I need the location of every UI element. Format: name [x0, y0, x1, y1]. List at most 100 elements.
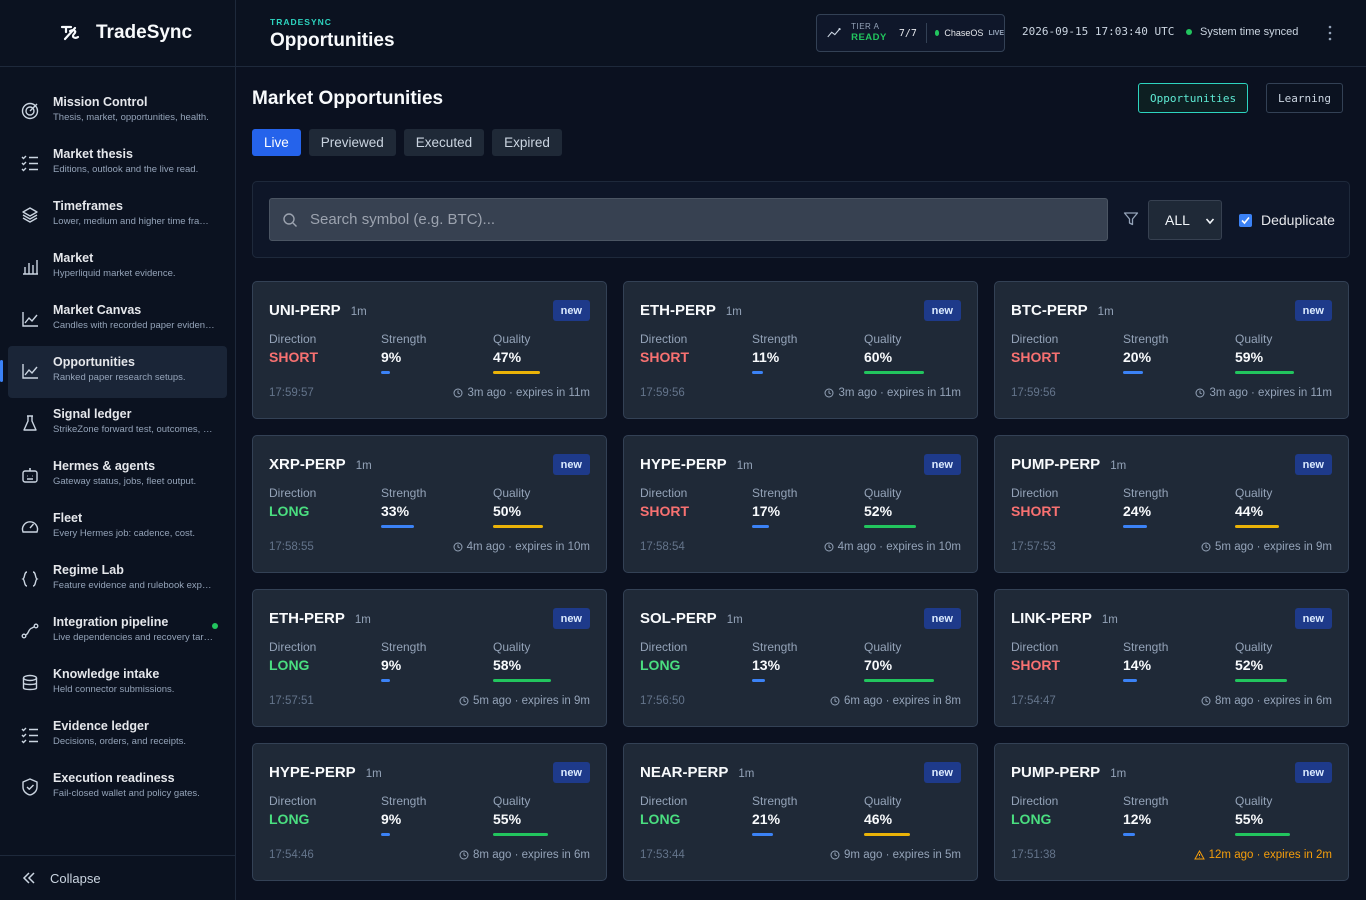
sidebar-item-timeframes[interactable]: Timeframes Lower, medium and higher time … — [8, 190, 227, 242]
card-symbol: HYPE-PERP 1m — [269, 764, 382, 781]
symbol-name: HYPE-PERP — [640, 456, 727, 473]
shield-check-icon — [22, 778, 38, 796]
opportunity-card[interactable]: ETH-PERP 1m new Direction SHORT Strength 11% Qu… — [623, 281, 978, 419]
quality-value: 59% — [1235, 349, 1264, 365]
sidebar-item-text: Market thesis Editions, outlook and the l… — [53, 147, 215, 175]
tab-executed[interactable]: Executed — [403, 129, 485, 156]
sidebar-item-text: Hermes & agents Gateway status, jobs, fle… — [53, 459, 215, 487]
timeframe-label: 1m — [365, 768, 382, 780]
opportunity-card[interactable]: PUMP-PERP 1m new Direction SHORT Strength 24% Q… — [994, 435, 1349, 573]
strength-bar — [752, 525, 769, 528]
quality-value: 60% — [864, 349, 893, 365]
sidebar-item-label: Market Canvas — [53, 303, 142, 317]
quality-bar — [493, 833, 548, 836]
opportunity-card[interactable]: HYPE-PERP 1m new Direction LONG Strength 9% Qua… — [252, 743, 607, 881]
tier-count: 7/7 — [898, 27, 917, 39]
quality-label: Quality — [864, 332, 902, 346]
expiry-text: 12m ago · expires in 2m — [1208, 849, 1332, 861]
quality-value: 44% — [1235, 503, 1264, 519]
page-title: Opportunities — [270, 30, 395, 51]
sidebar-item-description: Fail-closed wallet and policy gates. — [53, 788, 200, 799]
tier-status: READY — [851, 32, 887, 44]
opportunity-card[interactable]: PUMP-PERP 1m new Direction LONG Strength 12% Qu… — [994, 743, 1349, 881]
section-title: Market Opportunities — [252, 88, 444, 109]
new-badge: new — [1294, 762, 1332, 783]
filter-icon[interactable] — [1123, 211, 1139, 227]
quality-value: 52% — [1235, 657, 1264, 673]
direction-column: Direction SHORT — [640, 486, 689, 519]
opportunity-card[interactable]: SOL-PERP 1m new Direction LONG Strength 13% Qua… — [623, 589, 978, 727]
card-symbol: BTC-PERP 1m — [1011, 302, 1114, 319]
clock-icon — [453, 542, 463, 552]
opportunity-card[interactable]: NEAR-PERP 1m new Direction LONG Strength 21% Qu… — [623, 743, 978, 881]
opportunity-card[interactable]: LINK-PERP 1m new Direction SHORT Strength 14% Q… — [994, 589, 1349, 727]
direction-label: Direction — [269, 794, 317, 808]
sidebar-item-description: Every Hermes job: cadence, cost. — [53, 528, 196, 539]
sidebar-item-opportunities[interactable]: Opportunities Ranked paper research setup… — [0, 346, 227, 398]
tab-previewed[interactable]: Previewed — [308, 129, 396, 156]
quality-value: 50% — [493, 503, 522, 519]
tab-expired[interactable]: Expired — [492, 129, 562, 156]
tier-status-panel[interactable]: TIER A READY 7/7 ChaseOS LIVE — [816, 14, 1005, 52]
sidebar-item-fleet[interactable]: Fleet Every Hermes job: cadence, cost. — [8, 502, 227, 554]
sidebar-item-label: Evidence ledger — [53, 719, 149, 733]
quality-label: Quality — [1235, 640, 1273, 654]
sidebar-item-knowledge-intake[interactable]: Knowledge intake Held connector submissio… — [8, 658, 227, 710]
opportunity-card[interactable]: UNI-PERP 1m new Direction SHORT Strength 9% Qua… — [252, 281, 607, 419]
card-expiry: 12m ago · expires in 2m — [1193, 849, 1332, 861]
sidebar-item-market-thesis[interactable]: Market thesis Editions, outlook and the l… — [8, 138, 227, 190]
sidebar-item-description: Live dependencies and recovery targets. — [53, 632, 215, 643]
quality-bar — [1235, 833, 1290, 836]
direction-column: Direction LONG — [1011, 794, 1058, 827]
sidebar-item-text: Signal ledger StrikeZone forward test, ou… — [53, 407, 215, 435]
utc-clock: 2026-09-15 17:03:40 UTC — [1022, 25, 1175, 38]
direction-column: Direction SHORT — [269, 332, 318, 365]
opportunity-card[interactable]: HYPE-PERP 1m new Direction SHORT Strength 17% Q… — [623, 435, 978, 573]
sidebar-item-hermes-agents[interactable]: Hermes & agents Gateway status, jobs, fle… — [8, 450, 227, 502]
sidebar-item-mission-control[interactable]: Mission Control Thesis, market, opportuni… — [8, 86, 227, 138]
sidebar-item-signal-ledger[interactable]: Signal ledger StrikeZone forward test, ou… — [8, 398, 227, 450]
tab-live[interactable]: Live — [252, 129, 301, 156]
sidebar-item-regime-lab[interactable]: Regime Lab Feature evidence and rulebook … — [8, 554, 227, 606]
deduplicate-toggle[interactable]: Deduplicate — [1239, 212, 1335, 228]
opportunity-card[interactable]: XRP-PERP 1m new Direction LONG Strength 33% Qua… — [252, 435, 607, 573]
quality-bar — [864, 833, 910, 836]
strength-bar — [1123, 679, 1137, 682]
strength-column: Strength 14% — [1123, 640, 1168, 682]
new-badge: new — [1294, 300, 1332, 321]
view-opportunities-button[interactable]: Opportunities — [1138, 83, 1249, 113]
deduplicate-checkbox[interactable] — [1239, 213, 1252, 227]
chevrons-left-icon — [22, 872, 35, 884]
card-symbol: NEAR-PERP 1m — [640, 764, 754, 781]
expiry-text: 6m ago · expires in 8m — [844, 695, 961, 707]
expiry-text: 3m ago · expires in 11m — [838, 387, 961, 399]
card-expiry: 8m ago · expires in 6m — [459, 849, 590, 861]
direction-label: Direction — [640, 486, 688, 500]
sidebar-item-market[interactable]: Market Hyperliquid market evidence. — [8, 242, 227, 294]
sidebar-item-evidence-ledger[interactable]: Evidence ledger Decisions, orders, and re… — [8, 710, 227, 762]
list-check-icon — [21, 155, 38, 172]
view-learning-button[interactable]: Learning — [1266, 83, 1343, 113]
search-input[interactable] — [310, 211, 1090, 228]
search-box[interactable] — [269, 198, 1108, 241]
sidebar-item-execution-readiness[interactable]: Execution readiness Fail-closed wallet an… — [8, 762, 227, 814]
collapse-button[interactable]: Collapse — [0, 855, 236, 900]
card-expiry: 5m ago · expires in 9m — [1201, 541, 1332, 553]
direction-column: Direction LONG — [640, 794, 687, 827]
quality-bar — [1235, 371, 1294, 374]
quality-bar — [1235, 679, 1287, 682]
sidebar-item-description: Lower, medium and higher time frames. — [53, 216, 215, 227]
more-options-icon[interactable] — [1324, 22, 1336, 44]
opportunity-card[interactable]: BTC-PERP 1m new Direction SHORT Strength 20% Qu… — [994, 281, 1349, 419]
direction-label: Direction — [1011, 640, 1059, 654]
opportunity-card[interactable]: ETH-PERP 1m new Direction LONG Strength 9% Qual… — [252, 589, 607, 727]
sidebar-item-market-canvas[interactable]: Market Canvas Candles with recorded paper… — [8, 294, 227, 346]
symbol-name: HYPE-PERP — [269, 764, 356, 781]
direction-column: Direction LONG — [269, 640, 316, 673]
brand[interactable]: TradeSync — [0, 0, 235, 67]
timeframe-label: 1m — [1101, 614, 1118, 626]
card-timestamp: 17:58:55 — [269, 541, 314, 553]
direction-filter-select[interactable]: ALL — [1148, 200, 1222, 240]
strength-label: Strength — [1123, 332, 1169, 346]
sidebar-item-integration-pipeline[interactable]: Integration pipeline Live dependencies an… — [8, 606, 227, 658]
